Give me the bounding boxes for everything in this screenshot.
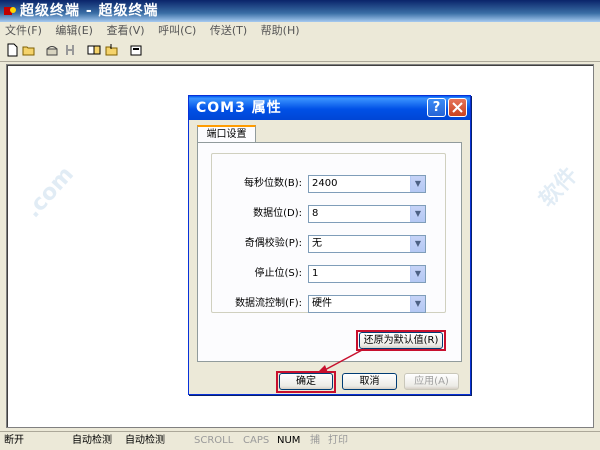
parity-select[interactable]: 无 ▼ — [308, 235, 426, 253]
hyperterminal-icon — [4, 7, 16, 15]
ok-button[interactable]: 确定 — [279, 373, 333, 390]
new-file-icon[interactable] — [5, 43, 19, 57]
caps-lock-indicator: CAPS — [243, 435, 270, 446]
menu-call[interactable]: 呼叫(C) — [153, 22, 201, 40]
menu-edit[interactable]: 编辑(E) — [50, 22, 98, 40]
restore-defaults-button[interactable]: 还原为默认值(R) — [359, 332, 443, 349]
capture-indicator: 捕 — [310, 435, 320, 446]
port-settings-panel: 每秒位数(B): 2400 ▼ 数据位(D): 8 ▼ 奇偶校验(P): 无 ▼ — [197, 142, 462, 362]
auto-detect-status: 自动检测 — [72, 435, 112, 446]
bits-per-second-label: 每秒位数(B): — [243, 178, 302, 189]
send-icon[interactable] — [87, 43, 101, 57]
bits-per-second-row: 每秒位数(B): 2400 ▼ — [212, 175, 445, 193]
stop-bits-select[interactable]: 1 ▼ — [308, 265, 426, 283]
flow-control-value: 硬件 — [312, 298, 332, 309]
close-icon — [452, 102, 463, 113]
chevron-down-icon[interactable]: ▼ — [410, 296, 425, 312]
chevron-down-icon[interactable]: ▼ — [410, 176, 425, 192]
stop-bits-value: 1 — [312, 268, 319, 279]
help-button[interactable]: ? — [427, 98, 446, 117]
auto-detect-status: 自动检测 — [125, 435, 165, 446]
disconnect-icon[interactable] — [63, 43, 77, 57]
properties-icon[interactable] — [129, 43, 143, 57]
data-bits-row: 数据位(D): 8 ▼ — [212, 205, 445, 223]
menu-file[interactable]: 文件(F) — [0, 22, 47, 40]
receive-icon[interactable] — [105, 43, 119, 57]
open-folder-icon[interactable] — [22, 43, 36, 57]
parity-label: 奇偶校验(P): — [244, 238, 302, 249]
chevron-down-icon[interactable]: ▼ — [410, 206, 425, 222]
chevron-down-icon[interactable]: ▼ — [410, 236, 425, 252]
data-bits-select[interactable]: 8 ▼ — [308, 205, 426, 223]
window-title: 超级终端 - 超级终端 — [20, 3, 159, 19]
flow-control-label: 数据流控制(F): — [235, 298, 302, 309]
flow-control-select[interactable]: 硬件 ▼ — [308, 295, 426, 313]
bits-per-second-value: 2400 — [312, 178, 338, 189]
window-title-bar[interactable]: 超级终端 - 超级终端 — [0, 0, 600, 22]
chevron-down-icon[interactable]: ▼ — [410, 266, 425, 282]
toolbar — [0, 40, 600, 62]
close-button[interactable] — [448, 98, 467, 117]
data-bits-value: 8 — [312, 208, 319, 219]
menu-transfer[interactable]: 传送(T) — [205, 22, 252, 40]
menu-view[interactable]: 查看(V) — [101, 22, 149, 40]
apply-button[interactable]: 应用(A) — [404, 373, 459, 390]
settings-group: 每秒位数(B): 2400 ▼ 数据位(D): 8 ▼ 奇偶校验(P): 无 ▼ — [211, 153, 446, 313]
print-indicator: 打印 — [328, 435, 348, 446]
bits-per-second-select[interactable]: 2400 ▼ — [308, 175, 426, 193]
connection-status: 断开 — [4, 435, 24, 446]
dialog-title-bar[interactable]: COM3 属性 ? — [189, 96, 470, 120]
dialog-title: COM3 属性 — [196, 100, 282, 116]
cancel-button[interactable]: 取消 — [342, 373, 397, 390]
status-bar: 断开 自动检测 自动检测 SCROLL CAPS NUM 捕 打印 — [0, 431, 600, 450]
flow-control-row: 数据流控制(F): 硬件 ▼ — [212, 295, 445, 313]
stop-bits-row: 停止位(S): 1 ▼ — [212, 265, 445, 283]
data-bits-label: 数据位(D): — [253, 208, 302, 219]
num-lock-indicator: NUM — [277, 435, 301, 446]
scroll-lock-indicator: SCROLL — [194, 435, 234, 446]
connect-phone-icon[interactable] — [45, 43, 59, 57]
parity-value: 无 — [312, 238, 322, 249]
parity-row: 奇偶校验(P): 无 ▼ — [212, 235, 445, 253]
menu-bar: 文件(F) 编辑(E) 查看(V) 呼叫(C) 传送(T) 帮助(H) — [0, 22, 600, 41]
com-properties-dialog: COM3 属性 ? 端口设置 每秒位数(B): 2400 ▼ 数据位(D): 8… — [188, 95, 471, 395]
menu-help[interactable]: 帮助(H) — [256, 22, 305, 40]
stop-bits-label: 停止位(S): — [254, 268, 302, 279]
